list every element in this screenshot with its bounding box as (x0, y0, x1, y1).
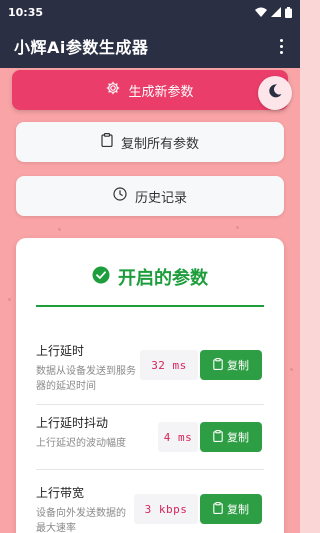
copy-button[interactable]: 复制 (200, 494, 262, 524)
app-bar: 小辉Ai参数生成器 (0, 24, 300, 68)
copy-button[interactable]: 复制 (200, 422, 262, 452)
param-name: 上行延时 (36, 344, 85, 358)
clipboard-icon (213, 501, 223, 517)
theme-toggle-button[interactable] (258, 76, 292, 110)
battery-icon (285, 6, 292, 18)
clipboard-icon (213, 357, 223, 373)
param-name: 上行延时抖动 (36, 416, 109, 430)
background-dot (290, 368, 293, 371)
row-divider (36, 404, 264, 405)
param-name: 上行带宽 (36, 486, 85, 500)
param-description: 设备向外发送数据的最大速率 (36, 508, 126, 533)
main-content[interactable]: 生成新参数 复制所有参数 历史记录 开启的参数 上行延时 数据从设备发送到服务器… (0, 68, 300, 533)
moon-icon (267, 83, 283, 103)
history-label: 历史记录 (134, 190, 187, 206)
clock-icon (113, 187, 127, 205)
copy-label: 复制 (227, 503, 249, 516)
check-circle-icon (92, 266, 110, 289)
copy-all-button[interactable]: 复制所有参数 (16, 122, 284, 162)
signal-icon (271, 7, 281, 17)
wifi-icon (255, 7, 267, 17)
clipboard-icon (101, 133, 113, 151)
param-value: 32 ms (140, 350, 198, 380)
copy-label: 复制 (227, 431, 249, 444)
param-value: 3 kbps (134, 494, 198, 524)
card-title: 开启的参数 (118, 268, 208, 289)
params-card: 开启的参数 上行延时 数据从设备发送到服务器的延迟时间 32 ms 复制 上行延… (16, 238, 284, 533)
history-button[interactable]: 历史记录 (16, 176, 284, 216)
background-dot (58, 228, 61, 231)
system-icons (255, 6, 292, 18)
app-title: 小辉Ai参数生成器 (14, 38, 149, 57)
background-dot (236, 226, 239, 229)
background-dot (8, 298, 11, 301)
card-divider (36, 305, 264, 307)
param-value: 4 ms (158, 422, 198, 452)
card-header: 开启的参数 (16, 264, 284, 290)
copy-all-label: 复制所有参数 (120, 136, 199, 152)
generate-params-button[interactable]: 生成新参数 (12, 70, 288, 110)
param-row: 上行带宽 设备向外发送数据的最大速率 3 kbps 复制 (36, 484, 264, 533)
copy-label: 复制 (227, 359, 249, 372)
gear-icon (106, 81, 120, 99)
status-bar: 10:35 (0, 0, 300, 24)
param-description: 数据从设备发送到服务器的延迟时间 (36, 366, 136, 392)
more-vert-icon[interactable] (272, 34, 290, 58)
generate-params-label: 生成新参数 (128, 84, 194, 100)
param-row: 上行延时 数据从设备发送到服务器的延迟时间 32 ms 复制 (36, 342, 264, 402)
param-row: 上行延时抖动 上行延迟的波动幅度 4 ms 复制 (36, 414, 264, 464)
copy-button[interactable]: 复制 (200, 350, 262, 380)
row-divider (36, 469, 264, 470)
status-time: 10:35 (8, 5, 44, 19)
clipboard-icon (213, 429, 223, 445)
